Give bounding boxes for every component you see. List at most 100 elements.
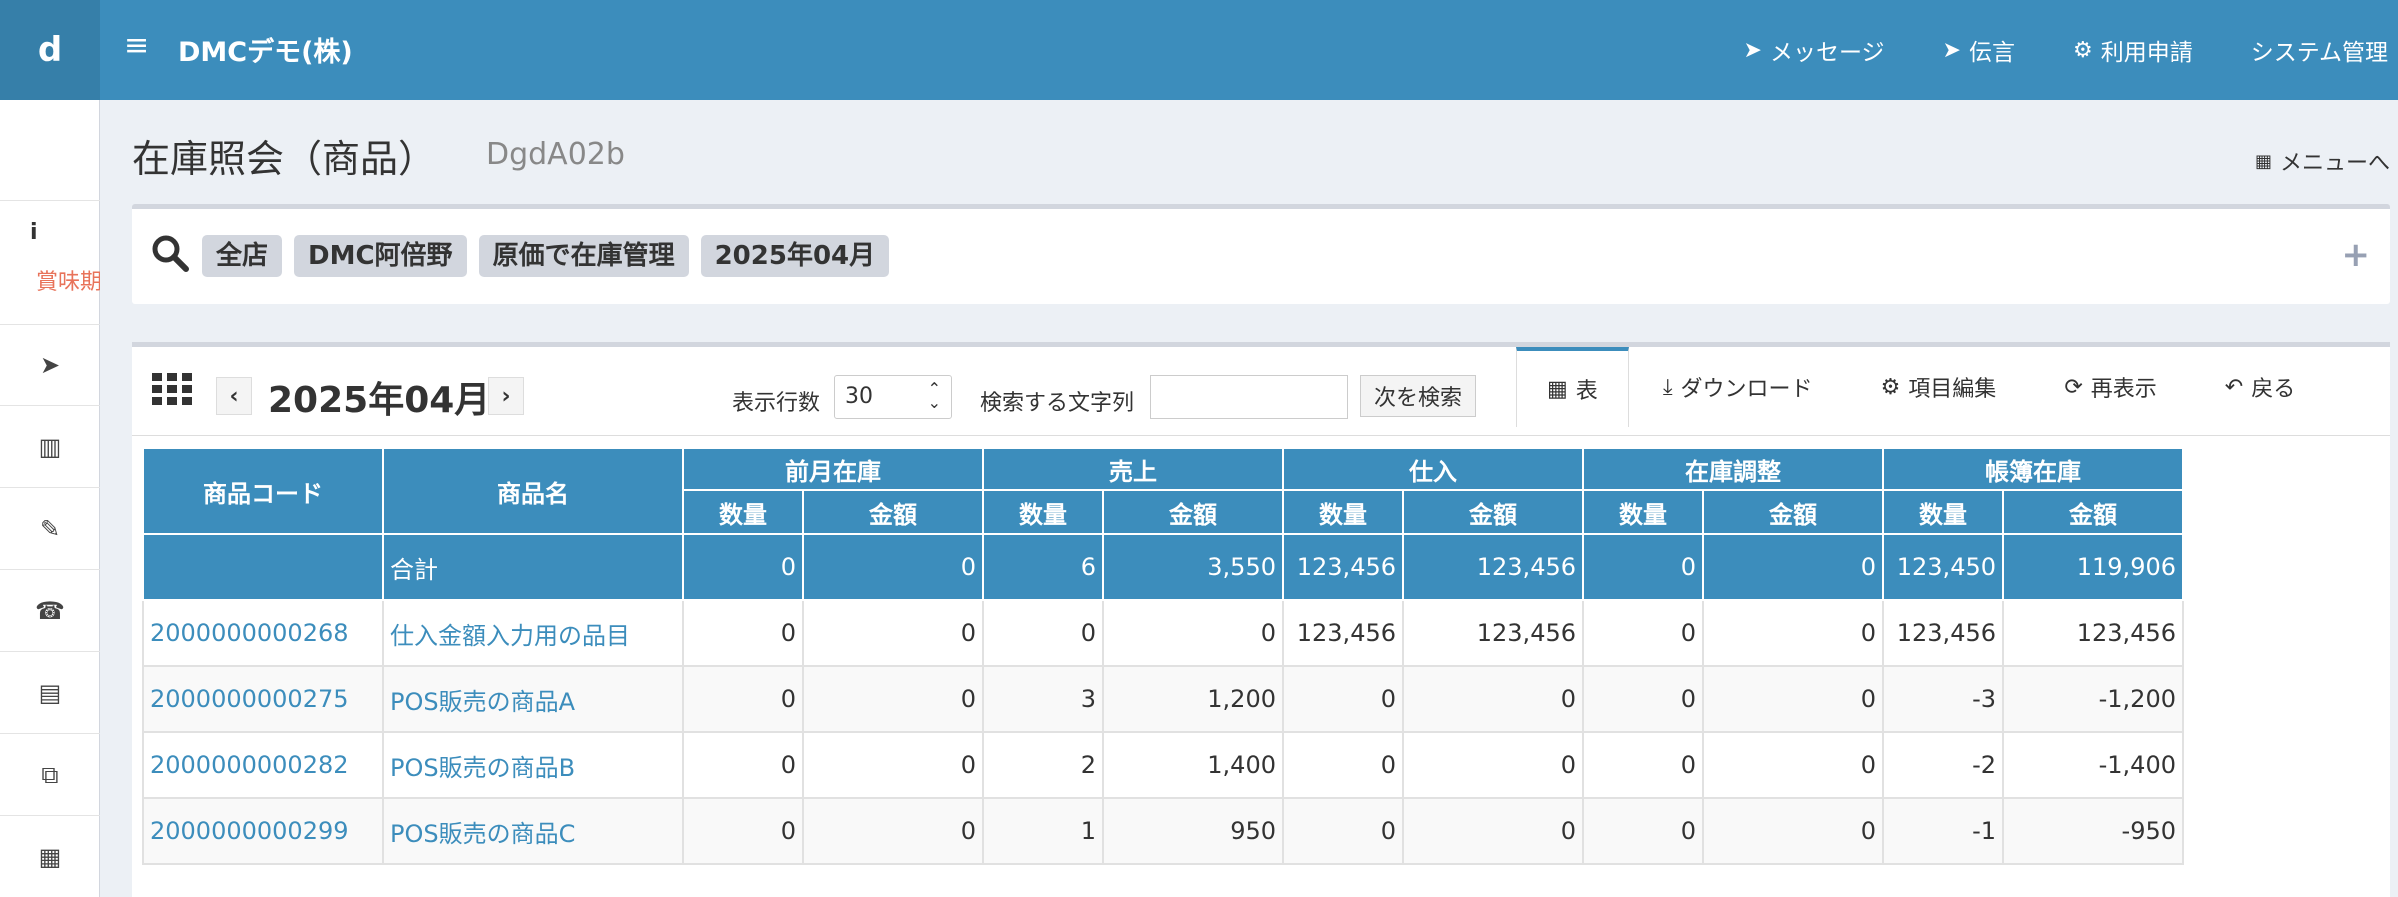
rows-per-page-select[interactable]: 30 ⌃ ⌄ <box>834 375 952 419</box>
menu-link-label: メニューへ <box>2279 151 2390 176</box>
search-conditions-box: 全店 DMC阿倍野 原価で在庫管理 2025年04月 + <box>132 204 2390 304</box>
value-cell: 950 <box>1102 797 1284 865</box>
rows-per-page-value: 30 <box>845 384 873 409</box>
condition-tags: 全店 DMC阿倍野 原価で在庫管理 2025年04月 <box>202 235 901 277</box>
col-header-amount[interactable]: 金額 <box>802 489 984 535</box>
col-header-amount[interactable]: 金額 <box>1402 489 1584 535</box>
nav-memo[interactable]: ➤ 伝言 <box>1943 33 2015 67</box>
col-header-code[interactable]: 商品コード <box>142 447 384 535</box>
product-name-cell: POS販売の商品A <box>382 665 684 733</box>
app-logo[interactable]: d <box>0 0 100 100</box>
product-name-link[interactable]: POS販売の商品A <box>390 688 575 716</box>
product-code-cell: 2000000000282 <box>142 731 384 799</box>
value-cell: 0 <box>1282 797 1404 865</box>
value-cell: -950 <box>2002 797 2184 865</box>
total-cell: 6 <box>982 533 1104 601</box>
hamburger-menu-icon[interactable]: ≡ <box>124 28 149 63</box>
col-header-amount[interactable]: 金額 <box>2002 489 2184 535</box>
value-cell: 0 <box>1282 665 1404 733</box>
top-navbar: d ≡ DMCデモ(株) ➤ メッセージ ➤ 伝言 ⚙ 利用申請 システム管理 <box>0 0 2398 100</box>
condition-tag: 全店 <box>202 235 283 277</box>
expiry-alert-text: 賞味期 <box>36 270 100 295</box>
sidebar-item-messages[interactable]: ➤ <box>0 324 100 406</box>
sidebar-item-inventory[interactable]: ⧉ <box>0 734 100 816</box>
product-code-link[interactable]: 2000000000275 <box>150 685 349 713</box>
select-caret-icon: ⌃ ⌄ <box>927 379 941 412</box>
total-cell: 0 <box>682 533 804 601</box>
sidebar-item-documents[interactable]: ▤ <box>0 652 100 734</box>
gear-icon: ⚙ <box>1880 374 1901 400</box>
product-name-link[interactable]: 仕入金額入力用の品目 <box>390 622 630 650</box>
product-code-link[interactable]: 2000000000282 <box>150 751 349 779</box>
value-cell: 2 <box>982 731 1104 799</box>
col-header-amount[interactable]: 金額 <box>1102 489 1284 535</box>
value-cell: 0 <box>1582 797 1704 865</box>
nav-messages[interactable]: ➤ メッセージ <box>1744 33 1885 67</box>
paper-plane-icon: ➤ <box>1743 37 1762 63</box>
col-header-qty[interactable]: 数量 <box>1882 489 2004 535</box>
total-cell: 3,550 <box>1102 533 1284 601</box>
nav-memo-label: 伝言 <box>1968 40 2015 66</box>
sidebar-item-fax[interactable]: ☎ <box>0 570 100 652</box>
table-row: 2000000000299 POS販売の商品C 0 0 1 950 0 0 0 0 -1 -950 <box>142 797 2184 865</box>
col-header-name[interactable]: 商品名 <box>382 447 684 535</box>
value-cell: 0 <box>682 797 804 865</box>
product-code-link[interactable]: 2000000000268 <box>150 619 349 647</box>
value-cell: -1,200 <box>2002 665 2184 733</box>
value-cell: 0 <box>682 665 804 733</box>
search-string-input[interactable] <box>1150 375 1348 419</box>
product-code-cell: 2000000000268 <box>142 599 384 667</box>
value-cell: 0 <box>802 599 984 667</box>
product-name-link[interactable]: POS販売の商品B <box>390 754 575 782</box>
tab-table-label: 表 <box>1575 379 1598 404</box>
page-title: 在庫照会（商品） <box>132 137 437 181</box>
value-cell: -3 <box>1882 665 2004 733</box>
col-group-sales: 売上 <box>982 447 1284 491</box>
col-header-qty[interactable]: 数量 <box>1282 489 1404 535</box>
inventory-table: 商品コード 商品名 前月在庫 売上 仕入 在庫調整 帳簿在庫 数量 金額 数量 金額… <box>142 447 2184 865</box>
col-group-book-stock: 帳簿在庫 <box>1882 447 2184 491</box>
value-cell: 0 <box>1282 731 1404 799</box>
grid-icon: ▦ <box>1547 376 1568 402</box>
inventory-panel: ‹ 2025年04月 › 表示行数 30 ⌃ ⌄ 検索する文字列 次を検索 ▦ 表… <box>132 342 2390 897</box>
sidebar-item-reports[interactable]: ▥ <box>0 406 100 488</box>
tab-back-label: 戻る <box>2251 377 2296 402</box>
col-header-qty[interactable]: 数量 <box>1582 489 1704 535</box>
product-name-link[interactable]: POS販売の商品C <box>390 820 575 848</box>
total-cell: 123,456 <box>1402 533 1584 601</box>
col-header-qty[interactable]: 数量 <box>682 489 804 535</box>
next-month-button[interactable]: › <box>488 377 524 415</box>
total-code-cell <box>142 533 384 601</box>
product-code-link[interactable]: 2000000000299 <box>150 817 349 845</box>
tab-edit-columns[interactable]: ⚙ 項目編集 <box>1847 347 2031 427</box>
tab-download[interactable]: ⤓ ダウンロード <box>1629 347 1847 427</box>
tab-back[interactable]: ↶ 戻る <box>2191 347 2329 427</box>
col-header-qty[interactable]: 数量 <box>982 489 1104 535</box>
total-cell: 0 <box>1702 533 1884 601</box>
fax-icon: ☎ <box>35 596 65 625</box>
find-next-button[interactable]: 次を検索 <box>1360 375 1476 417</box>
tab-refresh[interactable]: ⟳ 再表示 <box>2030 347 2190 427</box>
product-code-cell: 2000000000275 <box>142 665 384 733</box>
col-group-purchase: 仕入 <box>1282 447 1584 491</box>
prev-month-button[interactable]: ‹ <box>216 377 252 415</box>
total-cell: 123,450 <box>1882 533 2004 601</box>
nav-system-admin[interactable]: システム管理 <box>2251 33 2388 67</box>
reply-icon: ↶ <box>2224 374 2244 400</box>
tab-refresh-label: 再表示 <box>2090 377 2157 402</box>
sidebar-item-edit[interactable]: ✎ <box>0 488 100 570</box>
menu-link[interactable]: ▦ メニューへ <box>2255 145 2390 177</box>
gear-icon: ⚙ <box>2072 37 2093 63</box>
total-cell: 0 <box>802 533 984 601</box>
nav-usage-request[interactable]: ⚙ 利用申請 <box>2073 33 2193 67</box>
view-tabs: ▦ 表 ⤓ ダウンロード ⚙ 項目編集 ⟳ 再表示 ↶ 戻る <box>1516 347 2329 427</box>
tab-table[interactable]: ▦ 表 <box>1516 347 1629 427</box>
search-icon[interactable] <box>150 233 190 273</box>
nav-usage-request-label: 利用申請 <box>2100 40 2193 66</box>
product-code-cell: 2000000000299 <box>142 797 384 865</box>
sidebar-item-calendar[interactable]: ▦ <box>0 816 100 897</box>
value-cell: -1 <box>1882 797 2004 865</box>
col-header-amount[interactable]: 金額 <box>1702 489 1884 535</box>
sidebar-item-info[interactable]: i 賞味期 <box>0 200 100 325</box>
expand-icon[interactable]: + <box>2342 235 2371 275</box>
